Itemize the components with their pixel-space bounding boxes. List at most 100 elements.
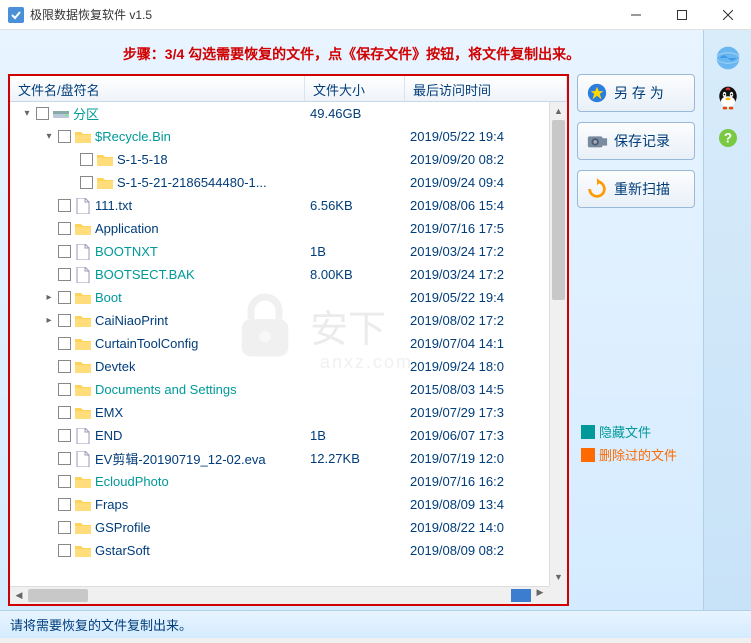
checkbox[interactable] <box>58 268 71 281</box>
folder-icon <box>75 313 91 329</box>
right-sidebar: ? <box>703 30 751 610</box>
checkbox[interactable] <box>58 429 71 442</box>
save-record-button[interactable]: 保存记录 <box>577 122 695 160</box>
file-date: 2015/08/03 14:5 <box>410 382 504 397</box>
file-icon <box>75 428 91 444</box>
file-date: 2019/08/02 17:2 <box>410 313 504 328</box>
tree-row[interactable]: GstarSoft2019/08/09 08:2 <box>10 539 567 562</box>
maximize-button[interactable] <box>659 0 705 30</box>
tree-row[interactable]: ▸Boot2019/05/22 19:4 <box>10 286 567 309</box>
tree-row[interactable]: Documents and Settings2015/08/03 14:5 <box>10 378 567 401</box>
scrollbar-horizontal[interactable]: ◀ ▶ <box>10 586 549 604</box>
tree-body: ▾分区49.46GB▾$Recycle.Bin2019/05/22 19:4S-… <box>10 102 567 604</box>
file-name: S-1-5-18 <box>117 152 168 167</box>
column-size[interactable]: 文件大小 <box>305 76 405 101</box>
app-icon <box>8 7 24 23</box>
scroll-up-icon[interactable]: ▲ <box>550 102 567 120</box>
expander-icon[interactable]: ▸ <box>42 292 56 303</box>
expander-icon[interactable]: ▾ <box>20 108 34 119</box>
folder-icon <box>75 221 91 237</box>
tree-row[interactable]: EV剪辑-20190719_12-02.eva12.27KB2019/07/19… <box>10 447 567 470</box>
file-name: Fraps <box>95 497 128 512</box>
scroll-thumb-h[interactable] <box>28 589 88 602</box>
tree-row[interactable]: Devtek2019/09/24 18:0 <box>10 355 567 378</box>
file-name: GSProfile <box>95 520 151 535</box>
checkbox[interactable] <box>58 337 71 350</box>
folder-icon <box>75 520 91 536</box>
file-name: EV剪辑-20190719_12-02.eva <box>95 449 266 468</box>
side-buttons: 另 存 为 保存记录 重新扫描 隐藏文 <box>577 74 695 606</box>
file-date: 2019/07/16 17:5 <box>410 221 504 236</box>
tree-row[interactable]: EcloudPhoto2019/07/16 16:2 <box>10 470 567 493</box>
scroll-thumb-v[interactable] <box>552 120 565 300</box>
checkbox[interactable] <box>36 107 49 120</box>
file-name: Application <box>95 221 159 236</box>
file-name: CurtainToolConfig <box>95 336 198 351</box>
scroll-corner <box>549 586 567 604</box>
file-size: 6.56KB <box>310 198 405 213</box>
file-name: 分区 <box>73 104 99 123</box>
column-name[interactable]: 文件名/盘符名 <box>10 76 305 101</box>
svg-text:?: ? <box>723 131 731 146</box>
checkbox[interactable] <box>58 245 71 258</box>
minimize-button[interactable] <box>613 0 659 30</box>
tree-row[interactable]: S-1-5-18 2019/09/20 08:2 <box>10 148 567 171</box>
checkbox[interactable] <box>58 406 71 419</box>
scroll-down-icon[interactable]: ▼ <box>550 568 567 586</box>
folder-icon <box>75 543 91 559</box>
column-date[interactable]: 最后访问时间 <box>405 76 567 101</box>
save-as-button[interactable]: 另 存 为 <box>577 74 695 112</box>
file-size: 8.00KB <box>310 267 405 282</box>
tree-row[interactable]: BOOTSECT.BAK8.00KB2019/03/24 17:2 <box>10 263 567 286</box>
checkbox[interactable] <box>58 498 71 511</box>
file-icon <box>75 244 91 260</box>
checkbox[interactable] <box>58 452 71 465</box>
checkbox[interactable] <box>58 199 71 212</box>
checkbox[interactable] <box>58 314 71 327</box>
tree-row[interactable]: EMX2019/07/29 17:3 <box>10 401 567 424</box>
scrollbar-vertical[interactable]: ▲ ▼ <box>549 102 567 586</box>
checkbox[interactable] <box>80 153 93 166</box>
file-date: 2019/09/24 09:4 <box>410 175 504 190</box>
tree-row[interactable]: ▾分区49.46GB <box>10 102 567 125</box>
file-size: 1B <box>310 244 405 259</box>
tree-row[interactable]: Application 2019/07/16 17:5 <box>10 217 567 240</box>
checkbox[interactable] <box>58 222 71 235</box>
file-size: 1B <box>310 428 405 443</box>
rescan-button[interactable]: 重新扫描 <box>577 170 695 208</box>
file-icon <box>75 198 91 214</box>
file-name: $Recycle.Bin <box>95 129 171 144</box>
legend-deleted-label: 删除过的文件 <box>599 445 677 464</box>
checkbox[interactable] <box>58 360 71 373</box>
scroll-left-icon[interactable]: ◀ <box>10 587 28 604</box>
checkbox[interactable] <box>58 544 71 557</box>
help-icon[interactable]: ? <box>710 120 746 156</box>
tree-row[interactable]: 111.txt6.56KB2019/08/06 15:4 <box>10 194 567 217</box>
tree-row[interactable]: END1B2019/06/07 17:3 <box>10 424 567 447</box>
expander-icon[interactable]: ▾ <box>42 131 56 142</box>
instruction-text: 步骤：3/4 勾选需要恢复的文件，点《保存文件》按钮，将文件复制出来。 <box>8 38 695 74</box>
checkbox[interactable] <box>58 521 71 534</box>
checkbox[interactable] <box>58 130 71 143</box>
globe-icon[interactable] <box>710 40 746 76</box>
tree-row[interactable]: ▸CaiNiaoPrint2019/08/02 17:2 <box>10 309 567 332</box>
checkbox[interactable] <box>58 383 71 396</box>
tree-row[interactable]: GSProfile2019/08/22 14:0 <box>10 516 567 539</box>
file-date: 2019/07/04 14:1 <box>410 336 504 351</box>
close-button[interactable] <box>705 0 751 30</box>
scroll-right-icon[interactable]: ▶ <box>531 587 549 598</box>
checkbox[interactable] <box>58 291 71 304</box>
qq-icon[interactable] <box>710 80 746 116</box>
scroll-thumb-h-right[interactable] <box>511 589 531 602</box>
checkbox[interactable] <box>58 475 71 488</box>
tree-row[interactable]: S-1-5-21-2186544480-1...2019/09/24 09:4 <box>10 171 567 194</box>
file-date: 2019/09/20 08:2 <box>410 152 504 167</box>
tree-row[interactable]: BOOTNXT1B2019/03/24 17:2 <box>10 240 567 263</box>
expander-icon[interactable]: ▸ <box>42 315 56 326</box>
tree-row[interactable]: ▾$Recycle.Bin2019/05/22 19:4 <box>10 125 567 148</box>
checkbox[interactable] <box>80 176 93 189</box>
file-tree-panel: 文件名/盘符名 文件大小 最后访问时间 ▾分区49.46GB▾$Recycle.… <box>8 74 569 606</box>
tree-row[interactable]: CurtainToolConfig 2019/07/04 14:1 <box>10 332 567 355</box>
tree-row[interactable]: Fraps2019/08/09 13:4 <box>10 493 567 516</box>
file-icon <box>75 451 91 467</box>
